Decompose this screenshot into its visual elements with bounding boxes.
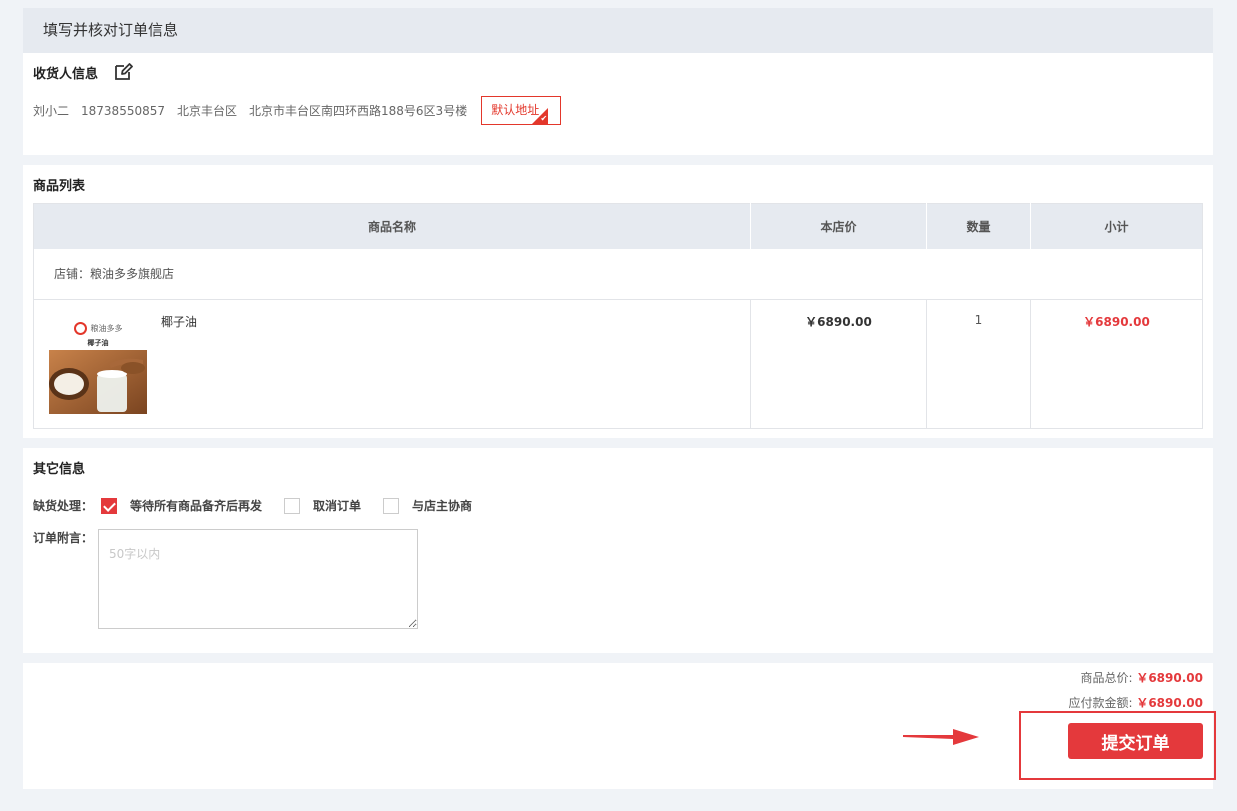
consignee-section: 收货人信息 刘小二 18738550857 北京丰台区 北京市丰台区南四环西路1… bbox=[23, 53, 1213, 155]
product-quantity: 1 bbox=[926, 299, 1031, 429]
other-info-title: 其它信息 bbox=[33, 461, 86, 477]
col-header-quantity: 数量 bbox=[926, 203, 1031, 249]
stockout-options: 缺货处理： 等待所有商品备齐后再发 取消订单 与店主协商 bbox=[33, 497, 1203, 514]
table-row: 粮油多多 椰子油 椰子油 ￥6890.00 1 ￥6890.00 bbox=[33, 299, 1203, 429]
checkbox-cancel-order[interactable] bbox=[284, 497, 301, 514]
thumb-logo-text: 粮油多多 bbox=[90, 323, 123, 333]
shop-name: 店铺：粮油多多旗舰店 bbox=[33, 248, 1203, 300]
other-info-section: 其它信息 缺货处理： 等待所有商品备齐后再发 取消订单 与店主协商 订单附言： bbox=[23, 448, 1213, 653]
consignee-name: 刘小二 bbox=[33, 104, 70, 118]
consignee-title: 收货人信息 bbox=[33, 66, 99, 82]
consignee-phone: 18738550857 bbox=[81, 103, 165, 118]
check-icon: ✔ bbox=[540, 114, 548, 123]
checkbox-negotiate[interactable] bbox=[383, 497, 400, 514]
page-title: 填写并核对订单信息 bbox=[23, 8, 1213, 53]
total-label: 商品总价: bbox=[1080, 671, 1133, 685]
product-subtotal: ￥6890.00 bbox=[1083, 315, 1150, 329]
default-address-button[interactable]: 默认地址 ✔ bbox=[481, 96, 562, 125]
consignee-address: 北京市丰台区南四环西路188号6区3号楼 bbox=[249, 104, 468, 118]
option-cancel-order[interactable]: 取消订单 bbox=[284, 497, 361, 514]
thumb-caption: 椰子油 bbox=[87, 339, 109, 347]
pointer-arrow-icon bbox=[903, 729, 979, 745]
edit-icon[interactable] bbox=[114, 63, 134, 81]
checkbox-wait-all[interactable] bbox=[101, 497, 117, 514]
payable-value: ￥6890.00 bbox=[1136, 696, 1203, 710]
option-wait-all[interactable]: 等待所有商品备齐后再发 bbox=[101, 497, 262, 514]
col-header-price: 本店价 bbox=[750, 203, 927, 249]
brand-logo-icon bbox=[73, 321, 87, 335]
goods-section: 商品列表 商品名称 本店价 数量 小计 店铺：粮油多多旗舰店 粮油多多 椰子油 … bbox=[23, 165, 1213, 438]
option-wait-all-label: 等待所有商品备齐后再发 bbox=[130, 499, 263, 513]
option-cancel-order-label: 取消订单 bbox=[313, 499, 362, 513]
col-header-name: 商品名称 bbox=[33, 203, 751, 249]
total-value: ￥6890.00 bbox=[1136, 671, 1203, 685]
payable-label: 应付款金额: bbox=[1068, 696, 1133, 710]
goods-title: 商品列表 bbox=[33, 178, 86, 194]
option-negotiate[interactable]: 与店主协商 bbox=[383, 497, 472, 514]
coconut-oil-photo bbox=[49, 350, 147, 414]
option-negotiate-label: 与店主协商 bbox=[412, 499, 473, 513]
goods-table: 商品名称 本店价 数量 小计 店铺：粮油多多旗舰店 粮油多多 椰子油 椰子油 ￥… bbox=[33, 203, 1203, 429]
order-page: 填写并核对订单信息 收货人信息 刘小二 18738550857 北京丰台区 北京… bbox=[23, 8, 1216, 789]
order-summary: 商品总价: ￥6890.00 应付款金额: ￥6890.00 提交订单 bbox=[23, 663, 1216, 789]
order-note-label: 订单附言： bbox=[33, 531, 94, 545]
stockout-label: 缺货处理： bbox=[33, 499, 94, 513]
col-header-subtotal: 小计 bbox=[1030, 203, 1203, 249]
product-price: ￥6890.00 bbox=[750, 299, 927, 429]
order-note-input[interactable] bbox=[98, 529, 418, 629]
product-thumbnail[interactable]: 粮油多多 椰子油 bbox=[49, 316, 147, 414]
consignee-district: 北京丰台区 bbox=[177, 104, 238, 118]
address-row: 刘小二 18738550857 北京丰台区 北京市丰台区南四环西路188号6区3… bbox=[33, 96, 1203, 125]
submit-order-button[interactable]: 提交订单 bbox=[1068, 723, 1203, 759]
